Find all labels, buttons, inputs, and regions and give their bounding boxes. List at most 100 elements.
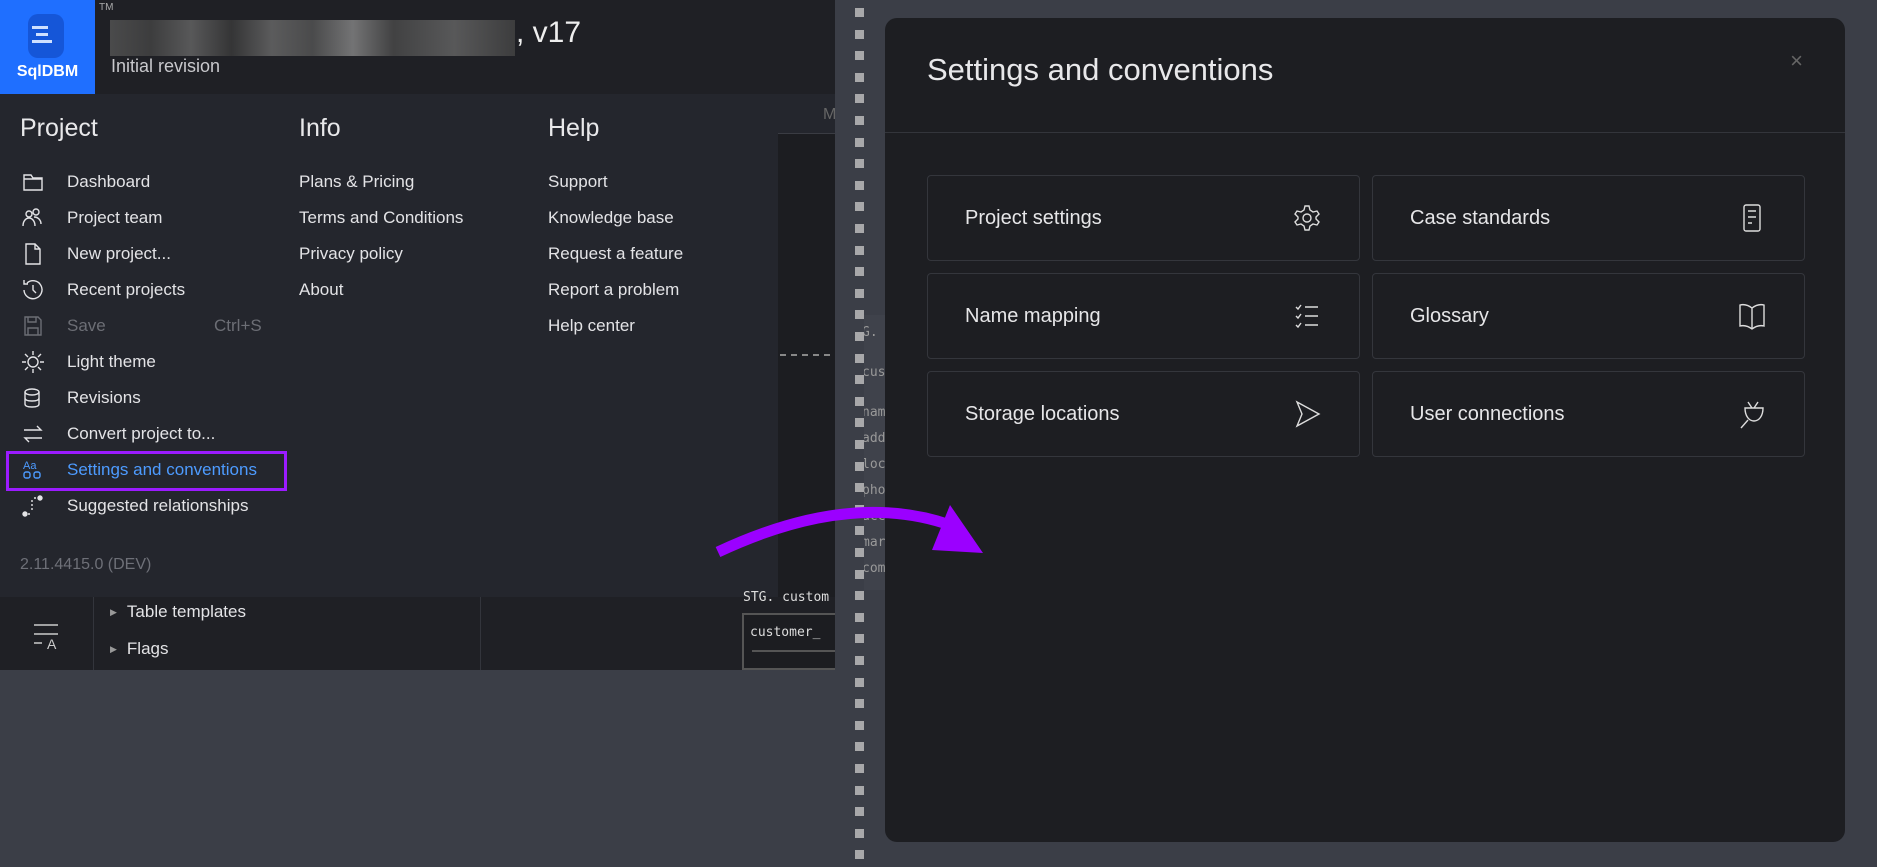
dotted-separator xyxy=(855,396,864,406)
dotted-separator xyxy=(855,764,864,773)
menu-item-info[interactable]: Privacy policy xyxy=(299,239,403,269)
menu-item-help[interactable]: Request a feature xyxy=(548,239,683,269)
card-label: Project settings xyxy=(965,206,1102,229)
dotted-separator xyxy=(855,440,864,449)
table-fragment-text: com xyxy=(864,561,886,576)
card-glossary[interactable]: Glossary xyxy=(1372,273,1805,359)
card-user-connections[interactable]: User connections xyxy=(1372,371,1805,457)
logo-mark xyxy=(28,14,64,58)
dotted-separator xyxy=(855,850,864,860)
dotted-separator xyxy=(855,8,864,17)
menu-item-label: Request a feature xyxy=(548,244,684,263)
menu-item-project-team[interactable]: Project team xyxy=(20,203,162,233)
dotted-separator xyxy=(855,51,864,61)
history-icon xyxy=(23,280,43,300)
card-storage-locations[interactable]: Storage locations xyxy=(927,371,1360,457)
logo-text: SqlDBM xyxy=(16,63,79,80)
menu-item-info[interactable]: Plans & Pricing xyxy=(299,167,414,197)
menu-item-help[interactable]: Report a problem xyxy=(548,275,679,305)
revision-label: Initial revision xyxy=(111,56,221,76)
dotted-separator xyxy=(855,224,864,233)
menu-item-recent-projects[interactable]: Recent projects xyxy=(20,275,185,305)
menu-item-help[interactable]: Support xyxy=(548,167,608,197)
app-version: 2.11.4415.0 (DEV) xyxy=(20,556,152,573)
menu-item-label: Save xyxy=(67,316,106,335)
folder-icon xyxy=(23,174,43,191)
arrow-annotation xyxy=(715,505,983,557)
text-format-icon[interactable]: A xyxy=(0,597,94,670)
sqldbm-logo[interactable]: SqlDBM xyxy=(0,0,95,94)
table-fragment-text: add xyxy=(864,431,886,446)
tree-item-table-templates[interactable]: ▶ Table templates xyxy=(110,602,246,622)
dotted-separator xyxy=(855,742,864,752)
card-name-mapping[interactable]: Name mapping xyxy=(927,273,1360,359)
dotted-separator xyxy=(855,785,864,795)
dotted-separator xyxy=(855,180,864,190)
table-fragment-text: cus xyxy=(864,365,886,380)
tree-item-flags[interactable]: ▶ Flags xyxy=(110,639,169,659)
dotted-separator xyxy=(855,612,864,622)
menu-item-save[interactable]: Save Ctrl+S xyxy=(20,311,262,341)
menu-item-convert-project-to[interactable]: Convert project to... xyxy=(20,419,215,449)
diagram-canvas[interactable]: M xyxy=(778,94,836,670)
menu-item-info[interactable]: Terms and Conditions xyxy=(299,203,463,233)
menu-item-help[interactable]: Knowledge base xyxy=(548,203,674,233)
menu-item-new-project[interactable]: New project... xyxy=(20,239,171,269)
dotted-separator xyxy=(855,288,864,298)
menu-item-label: Project team xyxy=(67,208,163,227)
table-title: STG. custom xyxy=(743,590,830,605)
book-icon xyxy=(1739,303,1765,330)
card-label: Glossary xyxy=(1410,304,1489,327)
dotted-separator xyxy=(855,137,864,147)
menu-item-label: Light theme xyxy=(67,352,156,371)
dotted-separator xyxy=(855,677,864,687)
dotted-separator xyxy=(855,656,864,665)
send-icon xyxy=(1295,400,1321,428)
diagram-table[interactable]: STG. custom customer_ xyxy=(740,588,835,670)
menu-item-suggested-relationships[interactable]: Suggested relationships xyxy=(20,491,248,521)
dotted-separator xyxy=(855,591,864,601)
plug-icon xyxy=(1740,401,1764,429)
document-icon xyxy=(1743,204,1761,232)
swap-icon xyxy=(23,425,43,443)
dotted-separator xyxy=(855,29,864,39)
close-button[interactable]: × xyxy=(1790,48,1803,74)
table-column: customer_ xyxy=(750,625,821,640)
sun-icon xyxy=(22,351,44,373)
menu-item-label: Terms and Conditions xyxy=(299,208,464,227)
menu-item-help[interactable]: Help center xyxy=(548,311,635,341)
dotted-separator xyxy=(855,245,864,255)
card-project-settings[interactable]: Project settings xyxy=(927,175,1360,261)
table-fragment-text: G. xyxy=(864,325,878,340)
file-icon xyxy=(25,243,41,265)
menu-item-label: Support xyxy=(548,172,608,191)
dotted-separator xyxy=(855,569,864,579)
menu-item-dashboard[interactable]: Dashboard xyxy=(20,167,150,197)
table-fragment-text: nam xyxy=(864,405,886,420)
menu-item-info[interactable]: About xyxy=(299,275,343,305)
dotted-separator xyxy=(855,807,864,817)
dotted-separator xyxy=(855,418,864,428)
card-case-standards[interactable]: Case standards xyxy=(1372,175,1805,261)
gear-icon xyxy=(1294,205,1320,231)
settings-modal: Settings and conventions × Project setti… xyxy=(885,18,1845,842)
card-label: Case standards xyxy=(1410,206,1551,229)
shortcut-label: Ctrl+S xyxy=(214,316,262,335)
modal-title: Settings and conventions xyxy=(927,52,1274,87)
dotted-separator xyxy=(855,699,864,709)
card-label: Storage locations xyxy=(965,402,1120,425)
menu-item-revisions[interactable]: Revisions xyxy=(20,383,141,413)
dotted-separator xyxy=(855,461,864,471)
highlight-box xyxy=(6,451,287,491)
database-icon xyxy=(24,388,40,408)
menu-item-label: Dashboard xyxy=(67,172,151,191)
relationship-icon xyxy=(22,495,43,517)
menu-item-light-theme[interactable]: Light theme xyxy=(20,347,156,377)
checklist-icon xyxy=(1295,304,1318,329)
table-fragment-text: loc xyxy=(864,457,886,472)
dotted-separator xyxy=(855,116,864,125)
menu-item-label: Recent projects xyxy=(67,280,186,299)
menu-item-label: Report a problem xyxy=(548,280,680,299)
menu-heading-help: Help xyxy=(548,114,600,142)
dotted-separator xyxy=(855,94,864,104)
